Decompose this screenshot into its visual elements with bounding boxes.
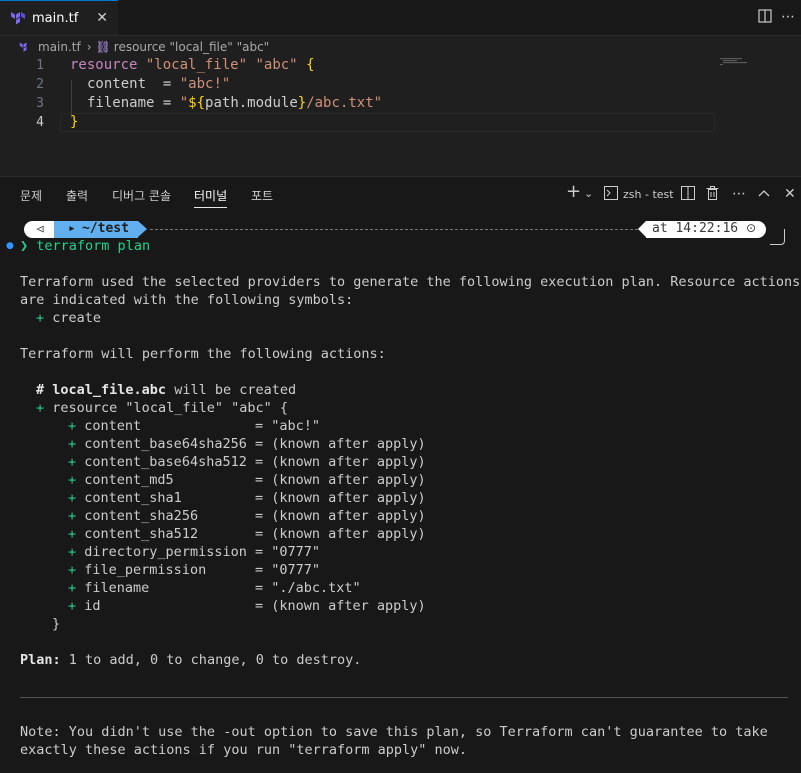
minimap[interactable] bbox=[720, 58, 760, 68]
split-terminal-icon[interactable] bbox=[681, 186, 695, 204]
terminal-icon bbox=[604, 186, 618, 204]
folder-icon: ▸ bbox=[68, 221, 76, 236]
breadcrumb-file[interactable]: main.tf bbox=[38, 40, 81, 54]
line-number: 2 bbox=[36, 77, 44, 92]
breadcrumb-symbol[interactable]: resource "local_file" "abc" bbox=[114, 40, 269, 54]
breadcrumb: main.tf › ⛓ resource "local_file" "abc" bbox=[0, 36, 801, 58]
apple-icon: ⏿ bbox=[36, 221, 45, 235]
equals: = bbox=[154, 95, 180, 111]
symbol-icon: ⛓ bbox=[95, 40, 111, 54]
attr-line: + content_sha512 = (known after apply) bbox=[68, 526, 426, 542]
line-number-active: 4 bbox=[36, 115, 44, 130]
attr-line: + content_base64sha512 = (known after ap… bbox=[68, 454, 426, 470]
prompt-time-segment: at 14:22:16 ⊙ bbox=[646, 221, 766, 238]
code-editor[interactable]: 1 2 3 4 resource "local_file" "abc" { co… bbox=[0, 57, 801, 176]
editor-tab-main-tf[interactable]: main.tf ✕ bbox=[0, 0, 118, 35]
prompt-dir-segment: ▸ ~/test bbox=[54, 221, 138, 238]
tab-problems[interactable]: 문제 bbox=[20, 187, 42, 204]
prompt-time: at 14:22:16 bbox=[652, 221, 739, 236]
output-line: Terraform used the selected providers to… bbox=[20, 274, 801, 290]
command-keyword: terraform plan bbox=[36, 238, 151, 254]
new-terminal-icon[interactable]: + bbox=[566, 183, 581, 201]
attr-line: + directory_permission = "0777" bbox=[68, 544, 320, 560]
terraform-icon bbox=[11, 12, 25, 25]
close-icon[interactable]: ✕ bbox=[96, 10, 108, 26]
attr-line: + content = "abc!" bbox=[68, 418, 320, 434]
attr-line: + content_sha256 = (known after apply) bbox=[68, 508, 426, 524]
prompt-dir: ~/test bbox=[82, 221, 129, 236]
trash-icon[interactable] bbox=[706, 186, 719, 204]
brace: { bbox=[306, 57, 315, 73]
editor-tab-bar: main.tf ✕ ⋯ bbox=[0, 0, 801, 36]
attr-line: + content_base64sha256 = (known after ap… bbox=[68, 436, 426, 452]
divider bbox=[20, 697, 788, 698]
string: " bbox=[179, 95, 189, 111]
output-line: + resource "local_file" "abc" { bbox=[36, 400, 288, 416]
interp-close: } bbox=[297, 95, 307, 111]
current-line-highlight bbox=[60, 113, 715, 132]
command-line: ❯ terraform plan bbox=[20, 237, 150, 255]
output-line: + create bbox=[36, 310, 102, 326]
string: "abc" bbox=[255, 57, 298, 73]
tab-label: main.tf bbox=[32, 10, 79, 26]
code-line-3: filename = "${path.module}/abc.txt" bbox=[87, 95, 382, 111]
clock-icon: ⊙ bbox=[746, 221, 757, 235]
panel-tab-bar: 문제 출력 디버그 콘솔 터미널 포트 + ⌄ zsh - test ⋯ ✕ bbox=[0, 177, 801, 211]
bottom-panel: 문제 출력 디버그 콘솔 터미널 포트 + ⌄ zsh - test ⋯ ✕ ⏿… bbox=[0, 176, 801, 773]
attr-line: + filename = "./abc.txt" bbox=[68, 580, 361, 596]
terminal-output[interactable]: ⏿ ▸ ~/test at 14:22:16 ⊙ ● ❯ terraform p… bbox=[0, 211, 801, 771]
brace: } bbox=[70, 114, 79, 130]
code-line-4: } bbox=[70, 114, 78, 130]
tab-debug-console[interactable]: 디버그 콘솔 bbox=[112, 187, 171, 204]
output-line: } bbox=[52, 616, 61, 632]
tab-terminal[interactable]: 터미널 bbox=[194, 187, 228, 208]
output-line: # local_file.abc will be created bbox=[36, 382, 297, 398]
prompt-end-marker bbox=[770, 229, 785, 245]
powerline-separator bbox=[638, 221, 646, 237]
breadcrumb-separator: › bbox=[86, 40, 92, 54]
keyword: resource bbox=[70, 57, 138, 73]
code-line-2: content = "abc!" bbox=[87, 76, 230, 92]
output-line: are indicated with the following symbols… bbox=[20, 292, 354, 308]
command-status-dot: ● bbox=[6, 241, 14, 251]
more-actions-icon[interactable]: ⋯ bbox=[780, 9, 796, 25]
terraform-icon bbox=[19, 42, 27, 52]
prompt-filler bbox=[150, 229, 638, 231]
split-editor-icon[interactable] bbox=[757, 9, 773, 25]
attr-key: content bbox=[87, 76, 147, 92]
maximize-panel-icon[interactable] bbox=[758, 186, 770, 202]
tab-output[interactable]: 출력 bbox=[66, 187, 88, 204]
terminal-name[interactable]: zsh - test bbox=[623, 187, 674, 203]
string: "local_file" bbox=[145, 57, 248, 73]
attr-line: + content_md5 = (known after apply) bbox=[68, 472, 426, 488]
equals: = bbox=[146, 76, 180, 92]
string: /abc.txt" bbox=[306, 95, 383, 111]
chevron-down-icon[interactable]: ⌄ bbox=[584, 186, 593, 202]
code-line-1: resource "local_file" "abc" { bbox=[70, 57, 315, 73]
more-actions-icon[interactable]: ⋯ bbox=[732, 186, 746, 202]
tab-ports[interactable]: 포트 bbox=[251, 187, 273, 204]
close-panel-icon[interactable]: ✕ bbox=[784, 186, 796, 202]
powerline-separator bbox=[138, 221, 147, 237]
plan-summary: Plan: 1 to add, 0 to change, 0 to destro… bbox=[20, 652, 362, 668]
prompt-os-segment: ⏿ bbox=[24, 221, 54, 238]
indent-guide bbox=[71, 80, 72, 118]
interp-open: ${ bbox=[188, 95, 206, 111]
attr-line: + file_permission = "0777" bbox=[68, 562, 320, 578]
output-line: exactly these actions if you run "terraf… bbox=[20, 742, 468, 758]
attr-line: + id = (known after apply) bbox=[68, 598, 426, 614]
attr-key: filename bbox=[87, 95, 155, 111]
string: "abc!" bbox=[179, 76, 231, 92]
interp-expr: path.module bbox=[205, 95, 298, 111]
line-number: 1 bbox=[36, 58, 44, 73]
output-line: Note: You didn't use the -out option to … bbox=[20, 724, 768, 740]
output-line: Terraform will perform the following act… bbox=[20, 346, 386, 362]
prompt-chevron: ❯ bbox=[20, 238, 29, 254]
attr-line: + content_sha1 = (known after apply) bbox=[68, 490, 426, 506]
line-number: 3 bbox=[36, 96, 44, 111]
